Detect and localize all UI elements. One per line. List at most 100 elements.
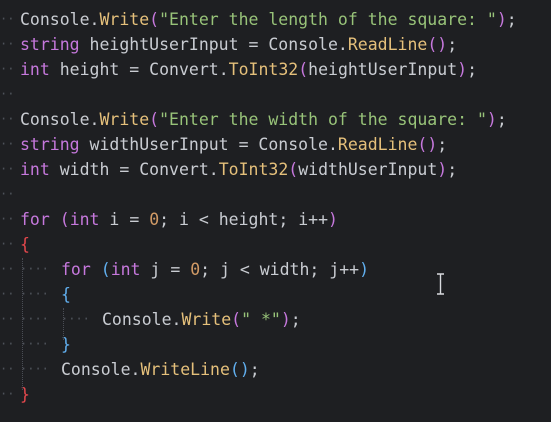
code-token: string xyxy=(20,135,80,154)
code-editor[interactable]: ·· Console.Write("Enter the length of the… xyxy=(0,0,551,422)
code-token: = xyxy=(170,260,181,279)
code-token: string xyxy=(20,35,80,54)
code-token: ; xyxy=(467,60,478,79)
code-content: int height = Convert.ToInt32(heightUserI… xyxy=(20,57,477,82)
whitespace-marker: ·· xyxy=(0,362,15,376)
code-token: { xyxy=(61,285,71,304)
code-token: ) xyxy=(486,110,497,129)
whitespace-marker: ·· xyxy=(0,262,15,276)
code-token: Console xyxy=(258,35,338,54)
code-token: = xyxy=(129,210,140,229)
code-token: { xyxy=(20,235,30,254)
code-token: ( xyxy=(231,310,242,329)
code-token: ( xyxy=(298,60,309,79)
code-token: . xyxy=(89,10,100,29)
code-content: int width = Convert.ToInt32(widthUserInp… xyxy=(20,157,457,182)
code-token: ReadLine xyxy=(337,135,418,154)
code-content: Console.WriteLine(); xyxy=(61,357,260,382)
code-token: for xyxy=(20,210,50,229)
whitespace-marker: ·· xyxy=(0,187,15,201)
code-token: ++ xyxy=(339,260,360,279)
code-token: ( xyxy=(100,260,111,279)
code-token: height; i xyxy=(208,210,309,229)
code-token: ; i xyxy=(159,210,199,229)
code-token: int xyxy=(20,160,50,179)
code-token: < xyxy=(198,210,209,229)
code-token: ; xyxy=(437,135,448,154)
whitespace-marker: ·· xyxy=(0,137,15,151)
code-token: Convert xyxy=(139,60,219,79)
code-token: Console xyxy=(248,135,328,154)
code-token: ; xyxy=(249,360,260,379)
code-token: for xyxy=(61,260,91,279)
whitespace-marker: ·· xyxy=(0,337,15,351)
indent-marker: ···· xyxy=(20,362,49,376)
code-token: 0 xyxy=(149,210,160,229)
code-token: ) xyxy=(280,310,291,329)
code-token: int xyxy=(110,260,141,279)
code-token: int xyxy=(20,60,50,79)
whitespace-marker: ·· xyxy=(0,312,15,326)
code-token: () xyxy=(229,360,250,379)
code-token: int xyxy=(69,210,100,229)
code-token: Console xyxy=(20,10,90,29)
code-token: . xyxy=(337,35,348,54)
code-token: ( xyxy=(59,210,70,229)
code-token: ; xyxy=(506,10,517,29)
code-token: heightUserInput xyxy=(308,60,458,79)
indent-marker: ···· xyxy=(20,262,49,276)
code-token: = xyxy=(248,35,259,54)
code-token: width xyxy=(49,160,120,179)
code-token: widthUserInput xyxy=(298,160,438,179)
code-token: . xyxy=(171,310,182,329)
code-token: . xyxy=(130,360,141,379)
code-token: ReadLine xyxy=(347,35,428,54)
whitespace-marker: ·· xyxy=(0,287,15,301)
code-content: Console.Write("Enter the width of the sq… xyxy=(20,107,507,132)
code-content: for (int j = 0; j < width; j++) xyxy=(61,257,369,282)
code-token: "Enter the length of the square: " xyxy=(159,10,497,29)
code-token: ToInt32 xyxy=(218,160,289,179)
code-token: = xyxy=(238,135,249,154)
code-token: Write xyxy=(181,310,232,329)
code-token: Console xyxy=(20,110,90,129)
code-token: ( xyxy=(288,160,299,179)
code-token: < xyxy=(239,260,250,279)
indent-guide xyxy=(63,308,64,340)
code-token: ; xyxy=(496,110,507,129)
code-token: Convert xyxy=(129,160,209,179)
text-cursor-icon xyxy=(437,273,444,295)
indent-marker: ···· xyxy=(20,287,49,301)
whitespace-marker: ·· xyxy=(0,212,15,226)
code-token: Console xyxy=(61,360,131,379)
code-token: 0 xyxy=(190,260,201,279)
code-token: ( xyxy=(149,110,160,129)
code-token: ToInt32 xyxy=(228,60,299,79)
indent-marker: ···· xyxy=(61,312,90,326)
code-content: { xyxy=(20,232,30,257)
code-token: ) xyxy=(328,210,338,229)
code-token: ++ xyxy=(308,210,329,229)
code-token: ) xyxy=(496,10,507,29)
code-token: ; xyxy=(447,160,458,179)
code-token: = xyxy=(129,60,140,79)
code-token: Write xyxy=(99,110,150,129)
code-token: . xyxy=(218,60,229,79)
code-token: ) xyxy=(457,60,468,79)
code-token: width; j xyxy=(249,260,340,279)
code-token: ; xyxy=(290,310,301,329)
code-token: . xyxy=(327,135,338,154)
code-token: ; j xyxy=(200,260,240,279)
code-token: Console xyxy=(102,310,172,329)
whitespace-marker: ·· xyxy=(0,37,15,51)
code-token: ; xyxy=(447,35,458,54)
code-token: " *" xyxy=(241,310,281,329)
whitespace-marker: ·· xyxy=(0,162,15,176)
code-token: Write xyxy=(99,10,150,29)
code-token: ) xyxy=(437,160,448,179)
code-token: j xyxy=(140,260,171,279)
code-token: ) xyxy=(359,260,370,279)
